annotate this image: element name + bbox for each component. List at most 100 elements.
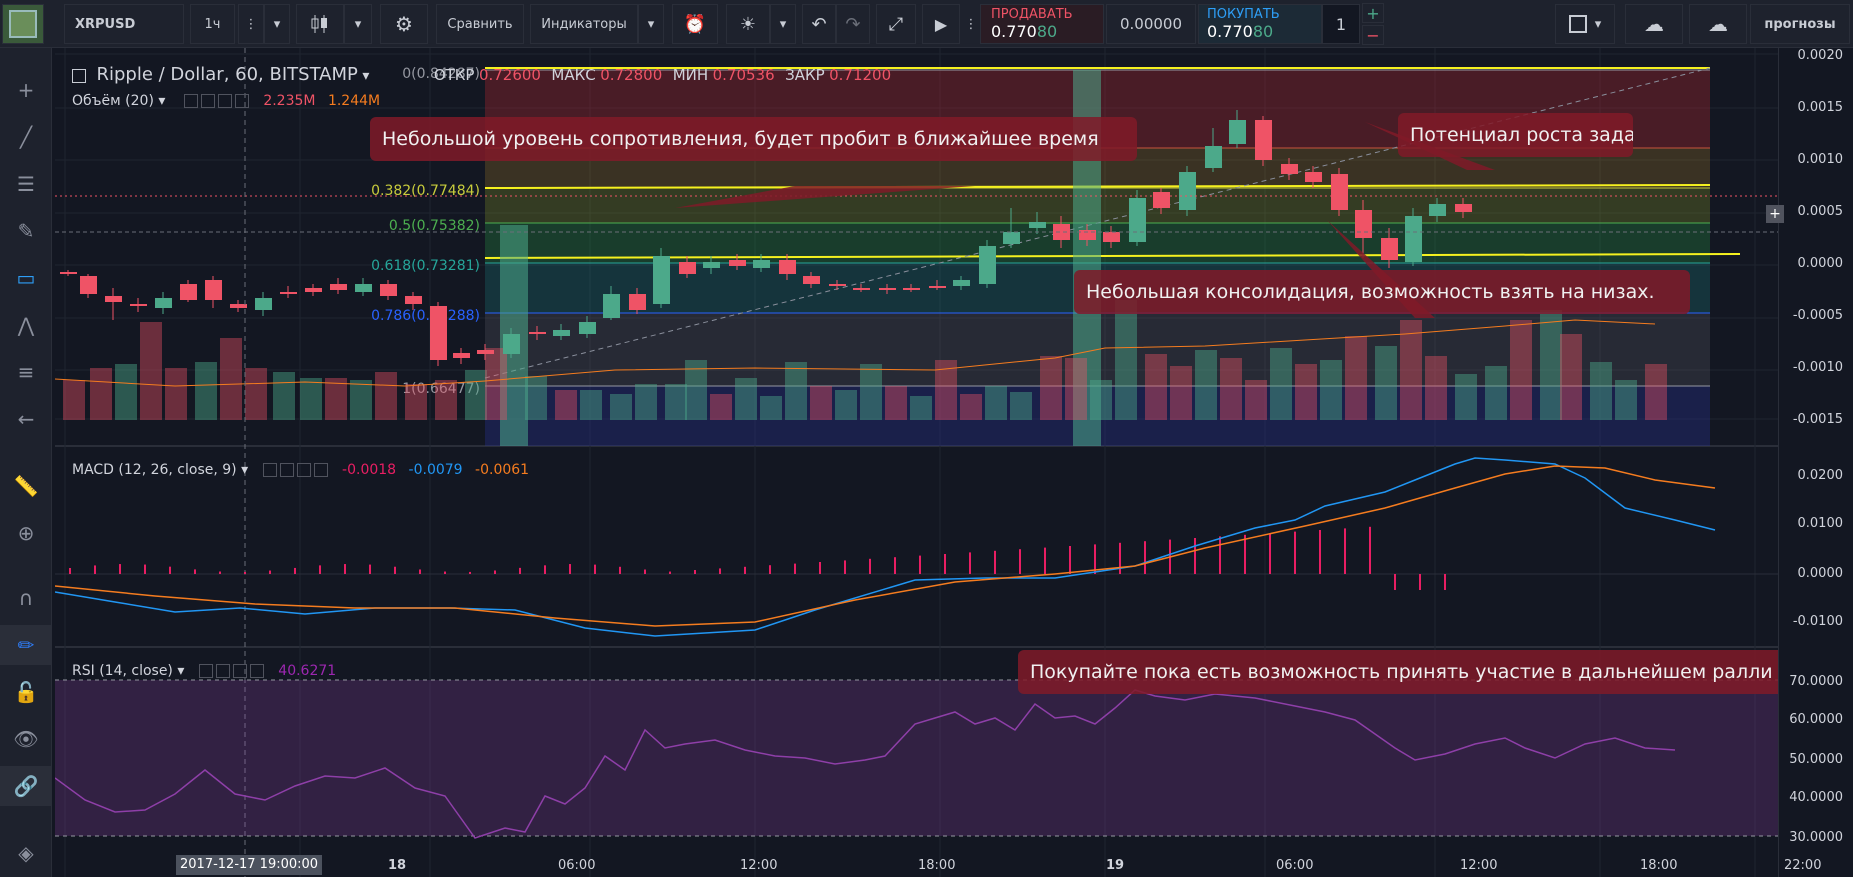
candle-body (1255, 120, 1272, 160)
volume-close-icon[interactable] (234, 94, 249, 108)
interval-button[interactable]: 1ч (190, 4, 235, 44)
logo-button[interactable] (2, 4, 44, 44)
symbol-dropdown-icon[interactable]: ▾ (358, 68, 374, 84)
macd-dropdown-icon[interactable]: ▾ (237, 462, 248, 478)
macd-close-icon[interactable] (313, 463, 328, 477)
price-axis[interactable]: 0.0020 0.0015 0.0010 0.0005 0.0000 -0.0005 -0.… (1778, 48, 1853, 877)
volume-settings-icon[interactable] (200, 94, 215, 108)
rsi-plus-icon[interactable] (232, 664, 247, 678)
candle-style-icon[interactable] (296, 4, 344, 44)
fib-tool-icon[interactable]: ≡ (0, 352, 52, 392)
cloud-download-icon[interactable]: ☁ (1625, 4, 1683, 44)
link-icon[interactable]: 🔗 (0, 766, 52, 806)
back-arrow-icon[interactable]: ← (0, 399, 52, 439)
rsi-close-icon[interactable] (249, 664, 264, 678)
time-axis-label: 18:00 (918, 858, 956, 873)
drawing-tools-sidebar: + ╱ ☰ ✎ ▭ ⋀ ≡ ← 📏 ⊕ ∩ ✏ 🔓 👁 🔗 ◈ (0, 48, 52, 877)
horizontal-lines-icon[interactable]: ☰ (0, 164, 52, 204)
text-callout-icon[interactable]: ▭ (0, 258, 52, 298)
interval-dropdown-icon[interactable]: ▾ (264, 4, 290, 44)
alert-icon[interactable]: ⏰ (672, 4, 718, 44)
forecasts-button[interactable]: прогнозы (1750, 4, 1850, 44)
collapse-icon[interactable] (72, 69, 86, 83)
time-axis-label: 18 (388, 858, 407, 873)
annotation-consolidation[interactable]: Небольшая консолидация, возможность взят… (1074, 270, 1690, 314)
layers-icon[interactable]: ◈ (0, 833, 52, 873)
lock-icon[interactable]: 🔓 (0, 672, 52, 712)
replay-play-icon[interactable]: ▶ (922, 4, 960, 44)
volume-bar (1455, 374, 1477, 420)
pattern-icon[interactable]: ⋀ (0, 305, 52, 345)
volume-bar (375, 372, 397, 420)
idea-dropdown-icon[interactable]: ▾ (770, 4, 796, 44)
rsi-eye-icon[interactable] (198, 664, 213, 678)
rsi-label[interactable]: RSI (14, close) (72, 663, 173, 679)
volume-plus-icon[interactable] (217, 94, 232, 108)
candle-body (653, 256, 670, 304)
volume-bar (810, 386, 832, 420)
eye-icon[interactable]: 👁 (0, 719, 52, 759)
volume-bar (885, 386, 907, 420)
rsi-settings-icon[interactable] (215, 664, 230, 678)
macd-label[interactable]: MACD (12, 26, close, 9) (72, 462, 237, 478)
price-axis-label: 0.0020 (1797, 48, 1844, 63)
annotation-resistance[interactable]: Небольшой уровень сопротивления, будет п… (370, 117, 1137, 161)
symbol-title[interactable]: Ripple / Dollar, 60, BITSTAMP (96, 64, 357, 85)
cloud-upload-icon[interactable]: ☁ (1689, 4, 1747, 44)
candle-body (453, 353, 470, 358)
rsi-dropdown-icon[interactable]: ▾ (173, 663, 184, 679)
candle-body (753, 260, 770, 268)
layout-button[interactable]: ▾ (1555, 4, 1615, 44)
macd-settings-icon[interactable] (279, 463, 294, 477)
volume-bar (300, 378, 322, 420)
magnet-icon[interactable]: ∩ (0, 578, 52, 618)
trend-line-icon[interactable]: ╱ (0, 117, 52, 157)
buy-button[interactable]: ПОКУПАТЬ 0.77080 (1198, 4, 1322, 44)
volume-label[interactable]: Объём (20) (72, 93, 154, 109)
volume-dropdown-icon[interactable]: ▾ (154, 93, 165, 109)
volume-bar (245, 368, 267, 420)
volume-eye-icon[interactable] (183, 94, 198, 108)
axis-plus-button[interactable]: + (1766, 205, 1784, 223)
zoom-in-icon[interactable]: ⊕ (0, 513, 52, 553)
candle-body (1355, 210, 1372, 238)
close-value: 0.71200 (829, 66, 892, 84)
quantity-minus-button[interactable]: − (1362, 25, 1384, 45)
candle-body (255, 298, 272, 310)
rsi-band (55, 680, 1778, 836)
candle-body (380, 284, 397, 296)
volume-bar (1590, 362, 1612, 420)
compare-button[interactable]: Сравнить (436, 4, 524, 44)
chart-style-dropdown-icon[interactable]: ▾ (344, 4, 372, 44)
brush-icon[interactable]: ✎ (0, 211, 52, 251)
ruler-icon[interactable]: 📏 (0, 466, 52, 506)
fullscreen-icon[interactable]: ⤢ (876, 4, 916, 44)
quantity-input[interactable]: 1 (1322, 4, 1360, 44)
trade-drag-handle-icon[interactable]: ⋮ (964, 4, 978, 44)
volume-bar (90, 368, 112, 420)
price-axis-label: 0.0015 (1797, 100, 1844, 115)
crosshair-icon[interactable]: + (0, 70, 52, 110)
quantity-plus-button[interactable]: + (1362, 3, 1384, 23)
macd-eye-icon[interactable] (262, 463, 277, 477)
undo-icon[interactable]: ↶ (802, 4, 836, 44)
rsi-value: 40.6271 (278, 663, 337, 679)
annotation-buy-call[interactable]: Покупайте пока есть возможность принять … (1018, 650, 1786, 694)
volume-bar (1270, 348, 1292, 420)
candle-body (953, 280, 970, 286)
macd-plus-icon[interactable] (296, 463, 311, 477)
volume-bar (1040, 356, 1062, 420)
candle-body (405, 296, 422, 304)
annotation-growth-potential[interactable]: Потенциал роста задан (1398, 113, 1633, 157)
idea-bulb-icon[interactable]: ☀ (726, 4, 770, 44)
symbol-input[interactable]: XRPUSD (64, 4, 184, 44)
settings-gear-icon[interactable]: ⚙ (380, 4, 428, 44)
stay-in-drawing-mode-icon[interactable]: ✏ (0, 625, 52, 665)
indicators-button[interactable]: Индикаторы (530, 4, 638, 44)
indicators-dropdown-icon[interactable]: ▾ (638, 4, 664, 44)
volume-bar (350, 380, 372, 420)
redo-icon[interactable]: ↷ (836, 4, 870, 44)
sell-button[interactable]: ПРОДАВАТЬ 0.77080 (980, 4, 1104, 44)
more-icon[interactable]: ⋮ (238, 4, 264, 44)
candle-body (1153, 192, 1170, 208)
